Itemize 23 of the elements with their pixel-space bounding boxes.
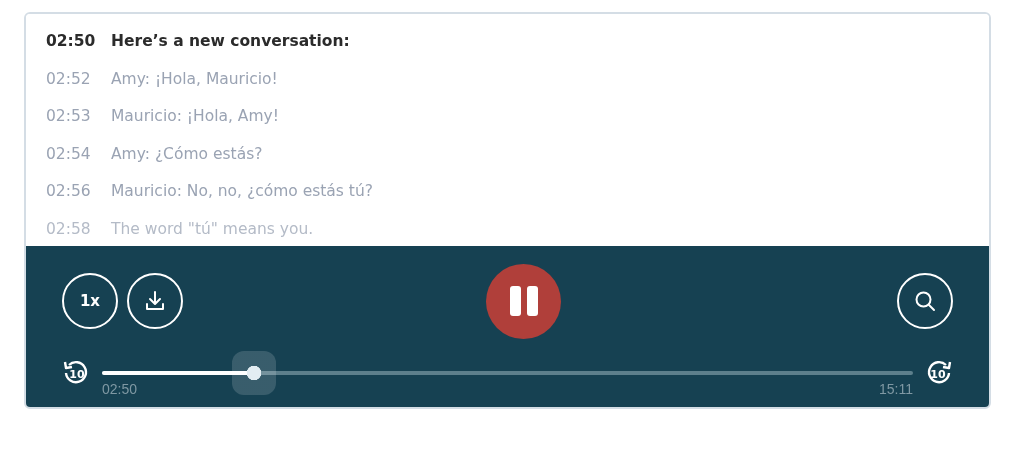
transcript-line[interactable]: Here’s a new conversation: (111, 32, 350, 50)
download-button[interactable] (127, 273, 183, 329)
speed-button[interactable]: 1x (62, 273, 118, 329)
timestamp[interactable]: 02:56 (46, 182, 111, 200)
timestamp[interactable]: 02:53 (46, 107, 111, 125)
search-icon (913, 289, 937, 313)
transcript-line[interactable]: Mauricio: No, no, ¿cómo estás tú? (111, 182, 373, 200)
progress-thumb[interactable] (231, 350, 276, 395)
skip-back-button[interactable]: 10 (62, 358, 90, 387)
timestamp[interactable]: 02:50 (46, 32, 111, 50)
progress-track[interactable] (102, 370, 913, 375)
transcript-line[interactable]: Amy: ¡Hola, Mauricio! (111, 69, 278, 88)
skip-forward-button[interactable]: 10 (925, 358, 953, 387)
transcript-line[interactable]: Mauricio: ¡Hola, Amy! (111, 107, 279, 125)
transcript-line[interactable]: Amy: ¿Cómo estás? (111, 144, 263, 163)
download-icon (143, 289, 167, 313)
total-time: 15:11 (879, 380, 913, 397)
elapsed-time: 02:50 (102, 380, 138, 397)
transcript-line[interactable]: The word "tú" means you. (111, 219, 314, 238)
search-button[interactable] (897, 273, 953, 329)
timestamp[interactable]: 02:54 (46, 144, 111, 163)
timestamp[interactable]: 02:58 (46, 219, 111, 238)
timestamp[interactable]: 02:52 (46, 69, 111, 88)
